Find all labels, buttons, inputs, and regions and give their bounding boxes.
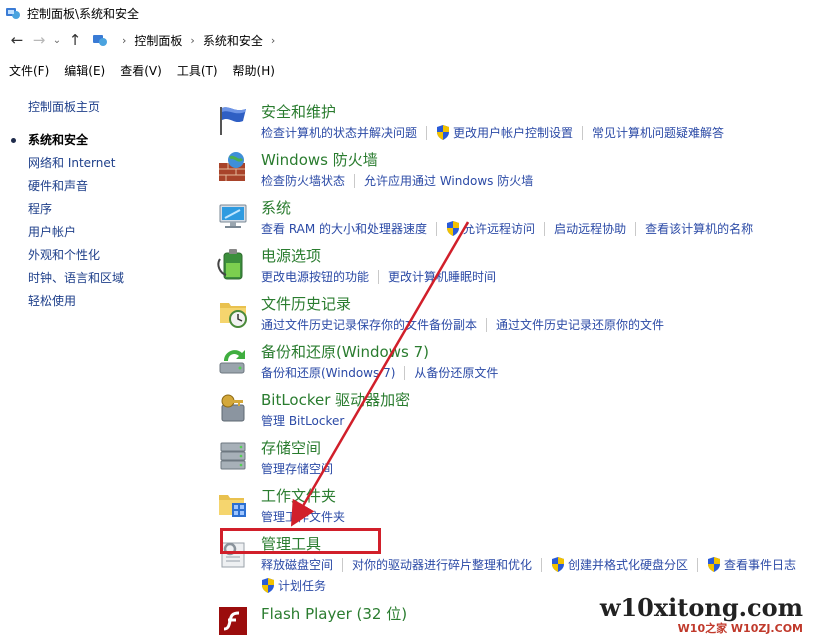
- watermark-main: w10xitong.com: [599, 593, 803, 622]
- annotation-arrow: [290, 221, 470, 527]
- annotation-arrow-overlay: [290, 221, 470, 527]
- watermark-sub: W10之家 W10ZJ.COM: [677, 622, 803, 635]
- watermark: w10xitong.com W10之家 W10ZJ.COM: [600, 593, 803, 636]
